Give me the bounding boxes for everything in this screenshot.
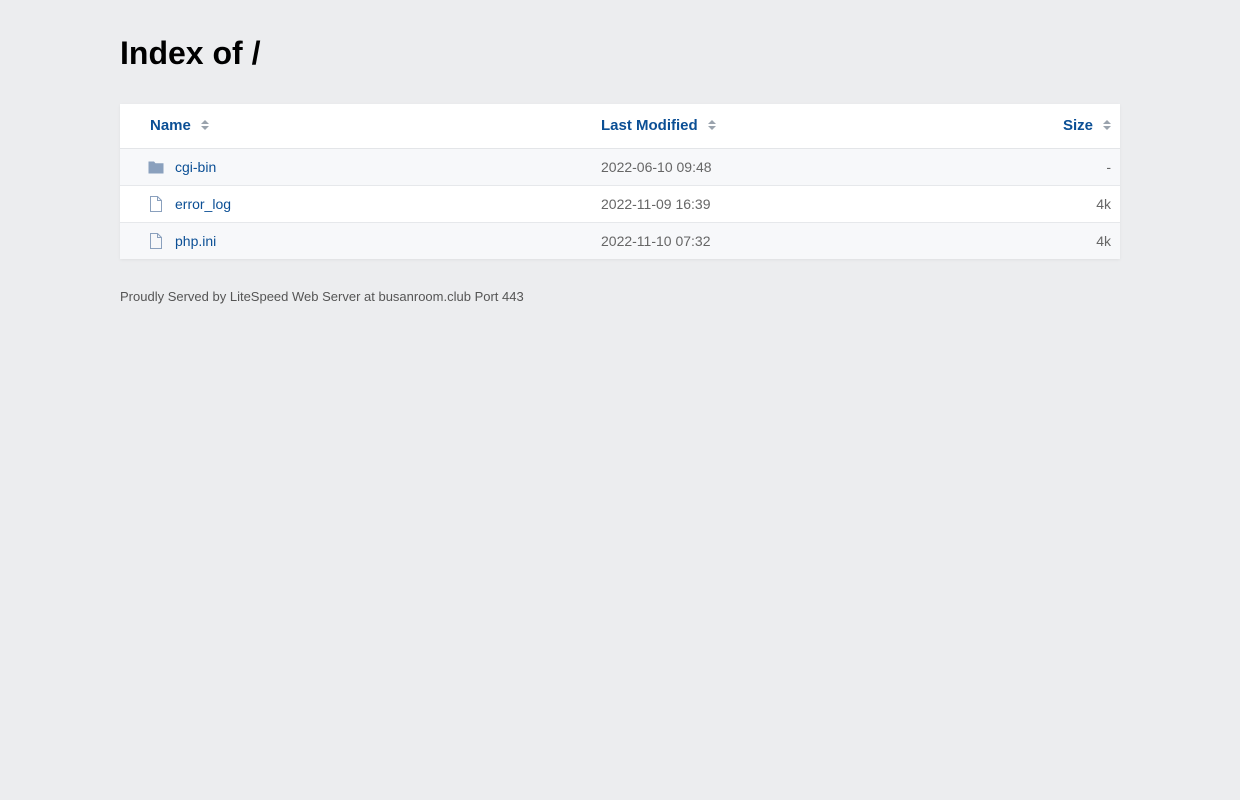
size-cell: - xyxy=(1106,159,1111,175)
sort-by-size-header[interactable]: Size xyxy=(1063,117,1111,135)
file-icon xyxy=(148,196,164,212)
sort-by-last-modified-header[interactable]: Last Modified xyxy=(601,117,716,135)
last-modified-cell: 2022-11-10 07:32 xyxy=(601,233,711,249)
folder-icon xyxy=(148,159,164,175)
table-row: error_log 2022-11-09 16:39 4k xyxy=(120,186,1120,223)
last-modified-column-label: Last Modified xyxy=(601,117,698,134)
file-link[interactable]: php.ini xyxy=(175,233,216,250)
file-link[interactable]: error_log xyxy=(175,196,231,213)
directory-listing-table: Name Last Modified Size cgi-bin 2022-06-… xyxy=(120,104,1120,259)
table-row: cgi-bin 2022-06-10 09:48 - xyxy=(120,149,1120,186)
file-link[interactable]: cgi-bin xyxy=(175,159,216,176)
last-modified-cell: 2022-06-10 09:48 xyxy=(601,159,712,175)
size-column-label: Size xyxy=(1062,117,1093,134)
sort-by-name-header[interactable]: Name xyxy=(150,117,209,135)
page-title: Index of / xyxy=(120,35,261,71)
sort-arrows-icon xyxy=(1103,119,1111,131)
sort-arrows-icon xyxy=(707,119,716,131)
last-modified-cell: 2022-11-09 16:39 xyxy=(601,196,711,212)
file-icon xyxy=(148,233,164,249)
size-cell: 4k xyxy=(1096,233,1111,249)
server-footer: Proudly Served by LiteSpeed Web Server a… xyxy=(120,289,524,304)
table-row: php.ini 2022-11-10 07:32 4k xyxy=(120,223,1120,259)
name-column-label: Name xyxy=(150,117,191,134)
size-cell: 4k xyxy=(1096,196,1111,212)
table-header: Name Last Modified Size xyxy=(120,104,1120,149)
sort-arrows-icon xyxy=(200,119,209,131)
